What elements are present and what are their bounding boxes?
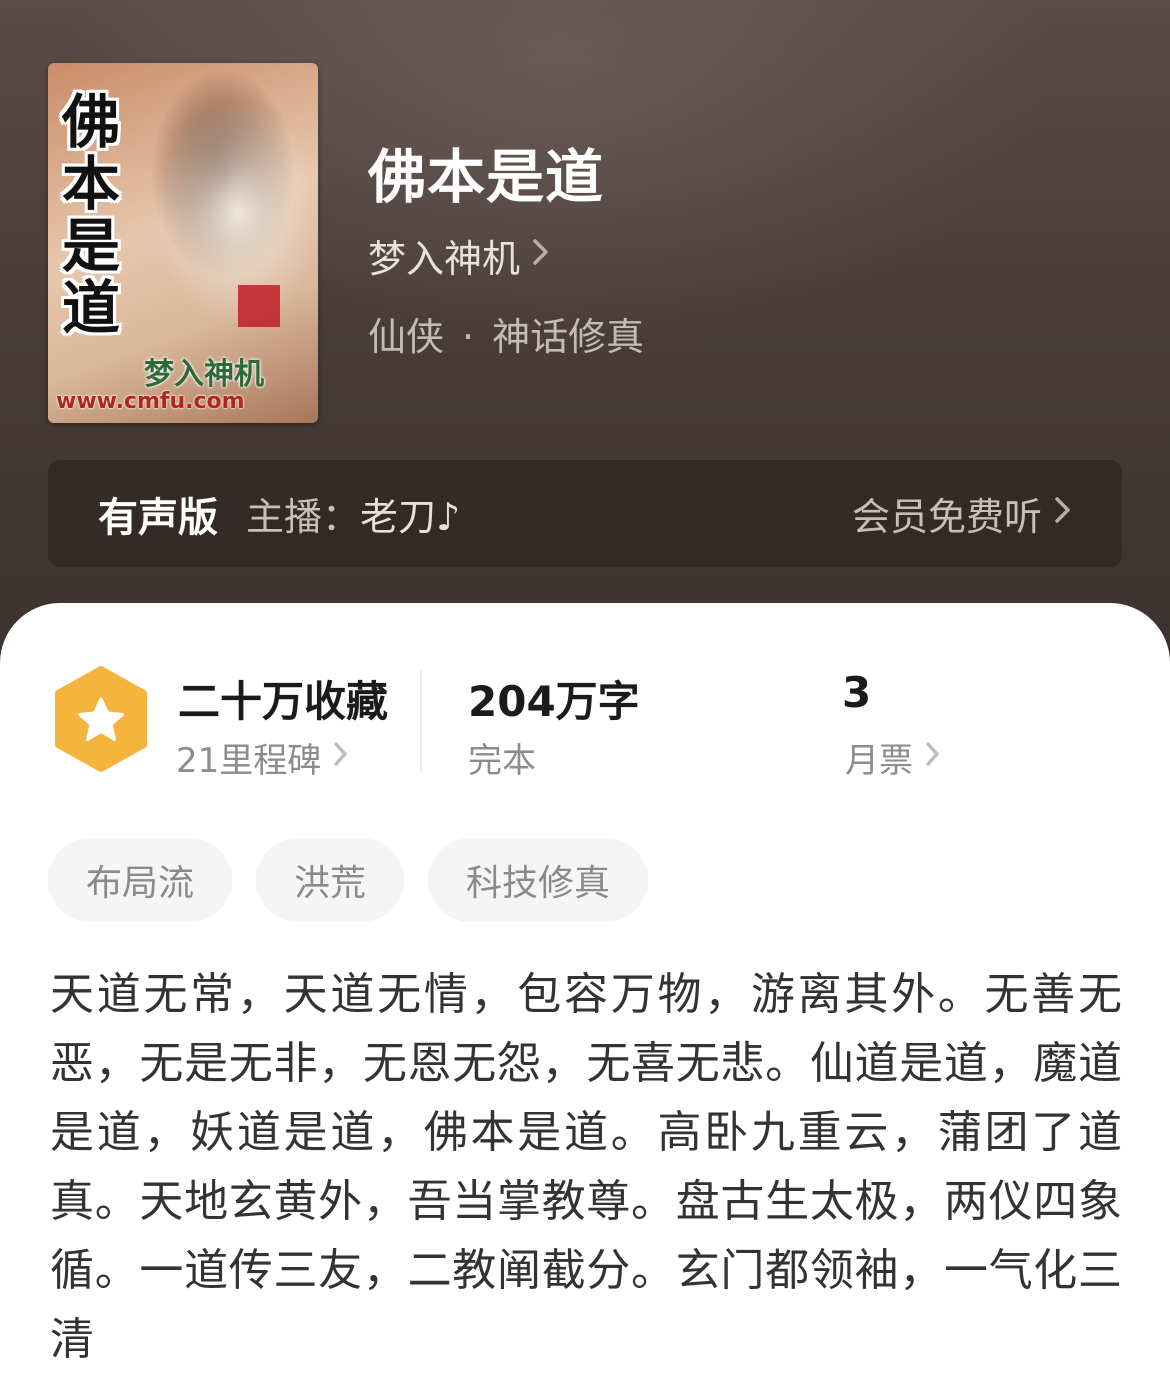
subcategory[interactable]: 神话修真 <box>492 315 644 359</box>
audio-label: 有声版 <box>98 494 218 541</box>
author-name: 梦入神机 <box>368 237 521 281</box>
word-count: 204万字 <box>468 677 640 726</box>
cover-title: 佛 本 是 道 <box>62 88 121 342</box>
stat-divider <box>420 670 422 772</box>
chevron-right-icon <box>1054 495 1072 533</box>
tag-chip[interactable]: 科技修真 <box>428 838 649 922</box>
category[interactable]: 仙侠 <box>368 315 444 359</box>
milestone-link[interactable]: 21里程碑 <box>176 733 349 782</box>
cover-author: 梦入神机 <box>144 357 264 392</box>
audio-version-bar[interactable]: 有声版 主播：老刀♪ 会员免费听 <box>48 460 1122 567</box>
chevron-right-icon <box>532 237 550 275</box>
book-cover[interactable]: 佛 本 是 道 梦入神机 www.cmfu.com <box>48 63 318 423</box>
chevron-right-icon <box>333 741 349 774</box>
monthly-votes-label: 月票 <box>845 741 913 781</box>
author-link[interactable]: 梦入神机 <box>368 228 550 283</box>
host-name: 老刀♪ <box>360 495 461 539</box>
member-listen-label: 会员免费听 <box>851 495 1042 539</box>
completion-status: 完本 <box>468 741 536 781</box>
synopsis-text[interactable]: 天道无常，天道无情，包容万物，游离其外。无善无恶，无是无非，无恩无怨，无喜无悲。… <box>50 960 1122 1374</box>
book-title: 佛本是道 <box>368 143 605 211</box>
milestone-label: 21里程碑 <box>176 741 322 781</box>
tag-list: 布局流 洪荒 科技修真 <box>48 838 649 922</box>
host-prefix: 主播： <box>246 495 361 539</box>
collection-count: 二十万收藏 <box>178 677 389 726</box>
chevron-right-icon <box>925 741 941 774</box>
genre-line: 仙侠 · 神话修真 <box>368 306 644 361</box>
monthly-votes-count: 3 <box>842 668 872 717</box>
tag-chip[interactable]: 洪荒 <box>256 838 405 922</box>
separator: · <box>462 315 475 359</box>
book-header: 佛 本 是 道 梦入神机 www.cmfu.com 佛本是道 梦入神机 仙侠 · 神… <box>0 0 1170 660</box>
cover-url: www.cmfu.com <box>56 389 245 414</box>
audio-host: 主播：老刀♪ <box>246 486 460 541</box>
tag-chip[interactable]: 布局流 <box>48 838 233 922</box>
star-hexagon-icon <box>52 665 150 773</box>
member-listen-button[interactable]: 会员免费听 <box>852 486 1072 541</box>
cover-seal <box>238 285 280 327</box>
monthly-votes-link[interactable]: 月票 <box>845 733 941 782</box>
